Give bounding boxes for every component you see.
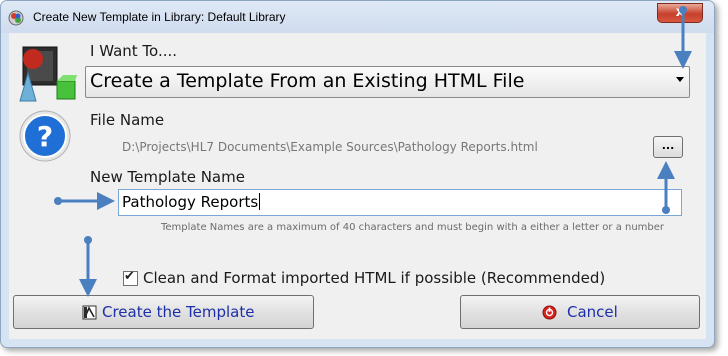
action-select[interactable]: Create a Template From an Existing HTML … xyxy=(85,66,690,98)
template-wizard-icon xyxy=(19,46,77,102)
create-template-button[interactable]: Create the Template xyxy=(13,295,314,329)
clean-format-label[interactable]: Clean and Format imported HTML if possib… xyxy=(143,269,605,287)
file-name-label: File Name xyxy=(90,111,165,129)
template-name-hint: Template Names are a maximum of 40 chara… xyxy=(161,222,665,233)
close-icon: x xyxy=(675,5,685,20)
template-name-value: Pathology Reports xyxy=(122,193,261,211)
checkmark-icon: ✔ xyxy=(124,269,135,284)
dialog-body: ? I Want To.... Create a Template From a… xyxy=(9,33,706,339)
cancel-label: Cancel xyxy=(567,303,618,321)
chevron-down-icon[interactable] xyxy=(676,77,684,82)
close-button[interactable]: x xyxy=(657,3,703,23)
create-template-label: Create the Template xyxy=(102,303,255,321)
window-title: Create New Template in Library: Default … xyxy=(33,10,286,24)
cancel-icon xyxy=(542,305,557,320)
title-bar: Create New Template in Library: Default … xyxy=(1,1,714,33)
browse-button[interactable]: ... xyxy=(653,136,683,158)
template-name-label: New Template Name xyxy=(90,168,245,186)
action-label: I Want To.... xyxy=(90,42,178,60)
create-icon xyxy=(82,305,97,320)
app-icon xyxy=(8,10,24,26)
clean-format-checkbox[interactable]: ✔ xyxy=(123,269,138,286)
template-name-input[interactable]: Pathology Reports xyxy=(118,189,682,216)
cancel-button[interactable]: Cancel xyxy=(460,295,700,329)
svg-text:?: ? xyxy=(37,120,53,153)
dialog-window: Create New Template in Library: Default … xyxy=(0,0,715,348)
action-select-value: Create a Template From an Existing HTML … xyxy=(90,70,525,92)
help-icon: ? xyxy=(19,110,71,162)
file-path-field[interactable]: D:\Projects\HL7 Documents\Example Source… xyxy=(122,140,538,154)
